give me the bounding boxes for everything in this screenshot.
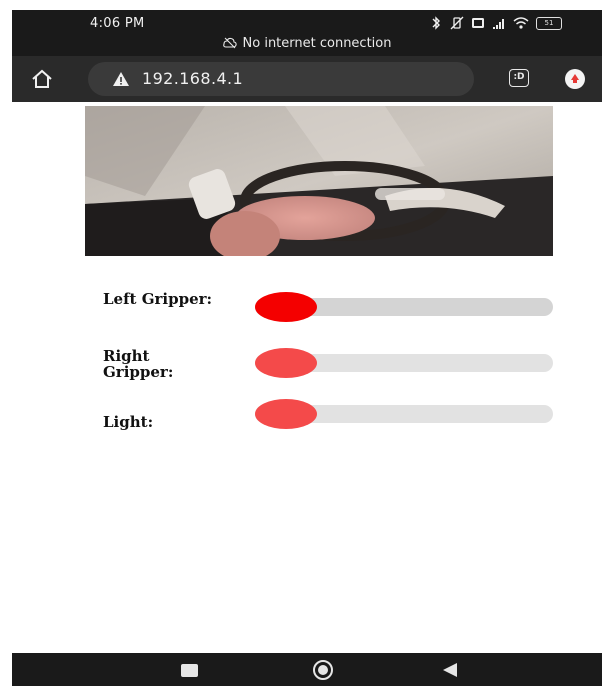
cloud-off-icon	[222, 37, 237, 49]
left-gripper-label: Left Gripper:	[103, 290, 213, 308]
status-bar: 4:06 PM 51 No internet connection	[12, 10, 602, 56]
no-internet-text: No internet connection	[242, 36, 392, 51]
home-icon[interactable]	[30, 67, 54, 91]
status-time: 4:06 PM	[90, 16, 145, 31]
left-gripper-slider[interactable]	[255, 292, 553, 322]
mute-vibrate-icon	[450, 16, 464, 30]
navigation-bar	[12, 653, 602, 686]
tabs-icon[interactable]: :D	[509, 69, 529, 87]
battery-level: 51	[544, 19, 554, 27]
right-gripper-row: Right Gripper:	[103, 348, 553, 405]
recent-apps-icon[interactable]	[181, 664, 198, 677]
slider-thumb[interactable]	[255, 292, 317, 322]
slider-thumb[interactable]	[255, 399, 317, 429]
nfc-icon	[472, 18, 484, 28]
home-circle-icon[interactable]	[313, 660, 333, 680]
tabs-label: :D	[513, 72, 525, 82]
signal-icon	[493, 19, 504, 29]
warning-icon[interactable]	[112, 71, 130, 87]
browser-toolbar: 192.168.4.1 :D	[12, 56, 602, 102]
back-icon[interactable]	[443, 663, 457, 677]
camera-frame	[85, 106, 553, 256]
wifi-icon	[513, 17, 529, 29]
controls-panel: Left Gripper: Right Gripper: Light:	[103, 291, 553, 461]
right-gripper-label: Right Gripper:	[103, 347, 174, 381]
light-row: Light:	[103, 399, 553, 461]
light-label: Light:	[103, 413, 154, 431]
no-internet-notice: No internet connection	[12, 36, 602, 51]
camera-stream-image	[85, 106, 553, 256]
right-gripper-slider[interactable]	[255, 348, 553, 378]
slider-thumb[interactable]	[255, 348, 317, 378]
battery-icon: 51	[536, 16, 562, 30]
menu-icon[interactable]	[565, 69, 585, 89]
address-bar[interactable]: 192.168.4.1	[88, 62, 474, 96]
status-icons: 51	[429, 13, 562, 33]
bluetooth-icon	[432, 16, 440, 30]
light-slider[interactable]	[255, 399, 553, 429]
url-text[interactable]: 192.168.4.1	[142, 69, 243, 88]
left-gripper-row: Left Gripper:	[103, 291, 553, 348]
phone-screen: 4:06 PM 51 No internet connection 192.16…	[0, 0, 614, 686]
